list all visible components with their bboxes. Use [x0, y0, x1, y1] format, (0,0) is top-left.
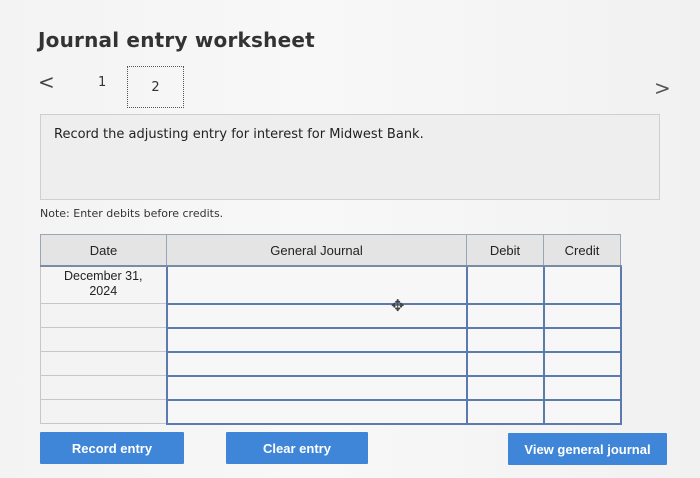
debit-input[interactable] [465, 265, 545, 305]
move-cursor-icon: ✥ [391, 296, 405, 315]
debit-input[interactable] [465, 398, 545, 425]
credit-input[interactable] [542, 350, 622, 377]
clear-entry-button[interactable]: Clear entry [226, 432, 368, 464]
credit-input[interactable] [542, 302, 622, 329]
journal-table: Date General Journal Debit Credit Decemb… [40, 234, 622, 425]
header-date: Date [40, 234, 167, 267]
chevron-left-icon[interactable]: < [38, 70, 55, 94]
prompt-text: Record the adjusting entry for interest … [54, 127, 424, 142]
note-text: Note: Enter debits before credits. [40, 207, 224, 220]
debit-input[interactable] [465, 374, 545, 401]
credit-input[interactable] [542, 374, 622, 401]
date-cell[interactable] [40, 375, 167, 400]
header-debit: Debit [466, 234, 544, 267]
account-input[interactable] [165, 302, 468, 329]
table-row: December 31, 2024 [40, 265, 622, 305]
table-row [40, 326, 622, 353]
table-row [40, 398, 622, 425]
record-entry-button[interactable]: Record entry [40, 432, 184, 464]
date-cell[interactable] [40, 399, 167, 424]
debit-input[interactable] [465, 302, 545, 329]
page-link-1[interactable]: 1 [98, 75, 106, 90]
table-row [40, 350, 622, 377]
date-line-2: 2024 [89, 284, 118, 298]
view-general-journal-button[interactable]: View general journal [508, 433, 667, 465]
date-cell: December 31, 2024 [40, 265, 167, 304]
debit-input[interactable] [465, 326, 545, 353]
page-link-2-current[interactable]: 2 [127, 66, 184, 108]
account-input[interactable] [165, 265, 468, 305]
page-title: Journal entry worksheet [38, 28, 315, 52]
header-credit: Credit [543, 234, 621, 267]
account-input[interactable] [165, 374, 468, 401]
prompt-panel: Record the adjusting entry for interest … [40, 114, 660, 200]
chevron-right-icon[interactable]: > [654, 76, 671, 100]
debit-input[interactable] [465, 350, 545, 377]
account-input[interactable] [165, 350, 468, 377]
account-input[interactable] [165, 326, 468, 353]
credit-input[interactable] [542, 398, 622, 425]
header-general-journal: General Journal [166, 234, 467, 267]
credit-input[interactable] [542, 265, 622, 305]
table-row [40, 374, 622, 401]
date-line-1: December 31, [63, 269, 143, 283]
account-input[interactable] [165, 398, 468, 425]
date-cell[interactable] [40, 327, 167, 352]
credit-input[interactable] [542, 326, 622, 353]
date-cell[interactable] [40, 303, 167, 328]
date-cell[interactable] [40, 351, 167, 376]
table-row [40, 302, 622, 329]
